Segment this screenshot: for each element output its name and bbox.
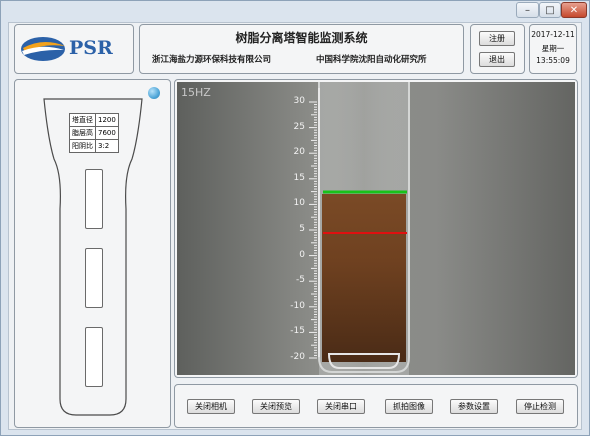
scale-label: 30 <box>293 96 305 106</box>
capture-image-button[interactable]: 抓拍图像 <box>385 399 433 414</box>
param-settings-button[interactable]: 参数设置 <box>450 399 498 414</box>
param-row: 阳阴比 3:2 <box>69 139 119 153</box>
scale-label: 5 <box>299 224 305 234</box>
title-panel: 树脂分离塔智能监测系统 浙江海盐力源环保科技有限公司 中国科学院沈阳自动化研究所 <box>139 24 464 74</box>
scale-label: 0 <box>299 249 305 260</box>
level-slot-lower <box>85 327 103 387</box>
camera-view: 15HZ 302520151050-5-10-15-20-25-30 <box>177 82 575 375</box>
param-label: 脂层高 <box>69 126 96 140</box>
maximize-button[interactable]: □ <box>539 2 561 18</box>
scale-label: -20 <box>290 352 305 362</box>
param-value: 3:2 <box>95 139 119 153</box>
scale-label: -5 <box>296 275 305 286</box>
weekday-label: 星期一 <box>541 44 565 53</box>
param-label: 塔直径 <box>69 113 96 127</box>
param-table: 塔直径 1200 脂层高 7600 阳阴比 3:2 <box>69 113 119 153</box>
scale-label: 25 <box>293 121 305 132</box>
app-window: – □ ✕ PSR 树脂分离塔智能监测系统 浙江海盐力源环保科技有限公司 中国科… <box>0 0 590 436</box>
logo-text: PSR <box>69 37 113 59</box>
param-value: 1200 <box>95 113 119 127</box>
level-slot-upper <box>85 169 103 229</box>
param-label: 阳阴比 <box>69 139 96 153</box>
company-left: 浙江海盐力源环保科技有限公司 <box>152 55 272 65</box>
exit-button[interactable]: 退出 <box>479 52 515 67</box>
param-row: 塔直径 1200 <box>69 113 119 127</box>
close-serial-button[interactable]: 关闭串口 <box>317 399 365 414</box>
scale-label: 15 <box>293 172 305 183</box>
minimize-button[interactable]: – <box>516 2 539 18</box>
app-title: 树脂分离塔智能监测系统 <box>235 31 368 45</box>
scale-labels: 302520151050-5-10-15-20-25-30 <box>177 82 575 375</box>
psr-logo: PSR <box>19 31 127 67</box>
scale-label: 10 <box>293 198 305 209</box>
title-bar[interactable]: – □ ✕ <box>1 1 589 23</box>
time-label: 13:55:09 <box>536 56 570 65</box>
company-right: 中国科学院沈阳自动化研究所 <box>316 55 427 65</box>
close-preview-button[interactable]: 关闭预览 <box>252 399 300 414</box>
account-panel: 注册 退出 <box>470 24 525 74</box>
datetime-panel: 2017-12-11 星期一 13:55:09 <box>529 24 577 74</box>
close-button[interactable]: ✕ <box>561 2 587 18</box>
level-slot-middle <box>85 248 103 308</box>
toolbar-panel: 关闭相机 关闭预览 关闭串口 抓拍图像 参数设置 停止检测 <box>174 384 578 428</box>
status-indicator <box>148 87 160 99</box>
scale-label: -15 <box>290 326 305 337</box>
param-value: 7600 <box>95 126 119 140</box>
param-row: 脂层高 7600 <box>69 126 119 140</box>
close-camera-button[interactable]: 关闭相机 <box>187 399 235 414</box>
scale-label: 20 <box>293 147 305 158</box>
scale-label: -10 <box>290 300 305 311</box>
register-button[interactable]: 注册 <box>479 31 515 46</box>
date-label: 2017-12-11 <box>531 30 575 39</box>
stop-detect-button[interactable]: 停止检测 <box>516 399 564 414</box>
